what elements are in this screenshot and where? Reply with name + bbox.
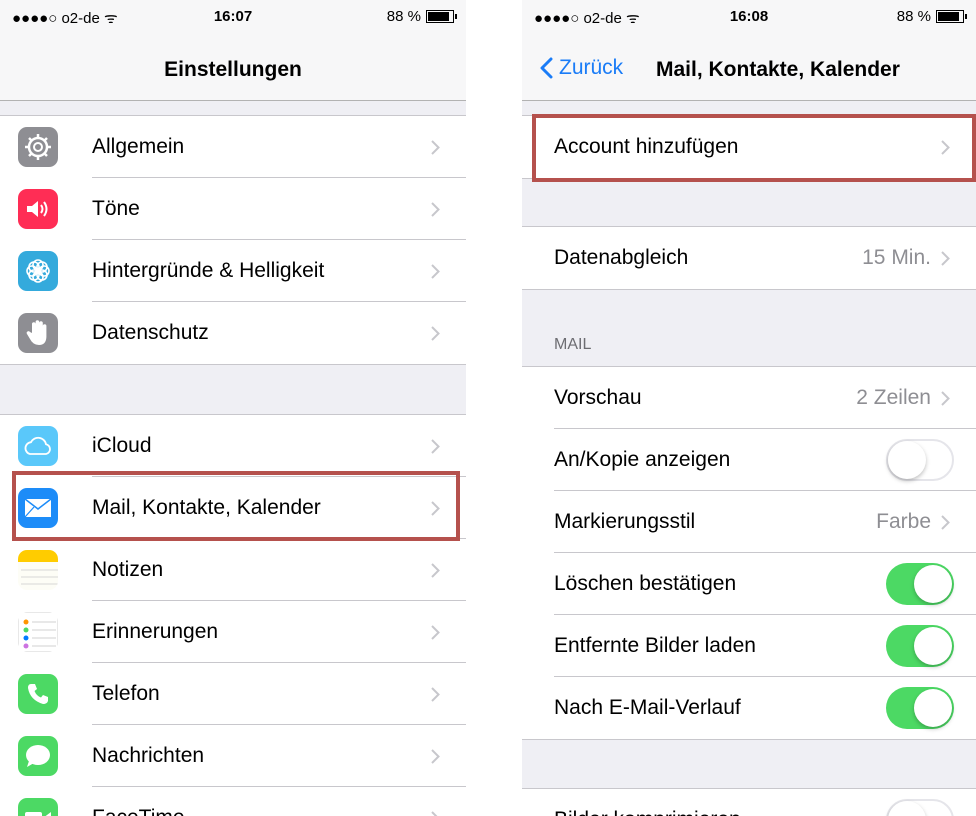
battery-icon [936, 10, 967, 23]
toggle-switch[interactable] [886, 799, 954, 816]
chevron-right-icon [431, 500, 440, 516]
settings-row-label: iCloud [92, 434, 152, 457]
battery-percent: 88 % [896, 8, 931, 25]
fetch-label: Datenabgleich [554, 246, 689, 269]
battery-indicator: 88 % [386, 8, 457, 25]
add-account-row[interactable]: Account hinzufügen [522, 116, 976, 178]
settings-group-general: Allgemein Töne Hintergründe & Helligkeit Da… [0, 115, 466, 365]
mail-settings-group: Vorschau 2 Zeilen An/Kopie anzeigen Markier… [522, 366, 976, 740]
navigation-bar: Zurück Mail, Kontakte, Kalender [522, 34, 976, 101]
settings-row-töne[interactable]: Töne [0, 178, 466, 240]
fetch-row[interactable]: Datenabgleich 15 Min. [522, 227, 976, 289]
mail-setting-row[interactable]: Vorschau 2 Zeilen [522, 367, 976, 429]
toggle-switch[interactable] [886, 563, 954, 605]
chevron-left-icon [540, 57, 553, 79]
chevron-right-icon [431, 325, 440, 341]
setting-label: Nach E-Mail-Verlauf [554, 696, 741, 719]
reminders-icon [18, 612, 58, 652]
notes-icon [18, 550, 58, 590]
settings-row-erinnerungen[interactable]: Erinnerungen [0, 601, 466, 663]
chevron-right-icon [431, 748, 440, 764]
page-title: Einstellungen [164, 58, 302, 81]
mail-setting-row[interactable]: Markierungsstil Farbe [522, 491, 976, 553]
chevron-right-icon [431, 201, 440, 217]
setting-value: 2 Zeilen [856, 386, 931, 409]
chevron-right-icon [431, 562, 440, 578]
toggle-switch[interactable] [886, 687, 954, 729]
settings-row-hintergründe-helligkeit[interactable]: Hintergründe & Helligkeit [0, 240, 466, 302]
fetch-group: Datenabgleich 15 Min. [522, 226, 976, 290]
settings-row-label: FaceTime [92, 806, 431, 816]
chevron-right-icon [431, 624, 440, 640]
mail-setting-row: Nach E-Mail-Verlauf [522, 677, 976, 739]
chevron-right-icon [431, 263, 440, 279]
settings-row-mail-kontakte-kalender[interactable]: Mail, Kontakte, Kalender [0, 477, 466, 539]
speaker-icon [18, 189, 58, 229]
chevron-right-icon [941, 390, 950, 406]
status-bar: ●●●●○ o2-de ᯤ 16:07 88 % [0, 0, 466, 34]
add-account-label: Account hinzufügen [554, 135, 739, 158]
settings-row-notizen[interactable]: Notizen [0, 539, 466, 601]
settings-row-nachrichten[interactable]: Nachrichten [0, 725, 466, 787]
settings-screen: ●●●●○ o2-de ᯤ 16:07 88 % Einstellungen A… [0, 0, 466, 816]
battery-icon [426, 10, 457, 23]
settings-row-telefon[interactable]: Telefon [0, 663, 466, 725]
settings-row-label: Mail, Kontakte, Kalender [92, 496, 321, 519]
settings-row-label: Notizen [92, 558, 164, 581]
settings-row-facetime[interactable]: FaceTime [0, 787, 466, 816]
settings-row-label: Allgemein [92, 135, 185, 158]
mail-section-header: MAIL [554, 336, 592, 353]
phone-icon [18, 674, 58, 714]
settings-row-label: Töne [92, 197, 140, 220]
accounts-group: Account hinzufügen [522, 115, 976, 179]
cloud-icon [18, 426, 58, 466]
setting-label: Vorschau [554, 386, 642, 409]
chevron-right-icon [431, 810, 440, 816]
chevron-right-icon [431, 438, 440, 454]
back-label: Zurück [559, 56, 624, 79]
fetch-value: 15 Min. [862, 246, 931, 269]
setting-label: Bilder komprimieren [554, 808, 886, 816]
gear-icon [18, 127, 58, 167]
settings-row-icloud[interactable]: iCloud [0, 415, 466, 477]
settings-row-label: Telefon [92, 682, 160, 705]
settings-row-datenschutz[interactable]: Datenschutz [0, 302, 466, 364]
mail-setting-row: Entfernte Bilder laden [522, 615, 976, 677]
status-bar: ●●●●○ o2-de ᯤ 16:08 88 % [522, 0, 976, 34]
mail-setting-row: Bilder komprimieren [522, 789, 976, 816]
back-button[interactable]: Zurück [540, 56, 623, 80]
facetime-icon [18, 798, 58, 816]
settings-row-label: Erinnerungen [92, 620, 219, 643]
settings-row-label: Nachrichten [92, 744, 205, 767]
chevron-right-icon [431, 139, 440, 155]
chevron-right-icon [431, 686, 440, 702]
setting-label: Markierungsstil [554, 510, 696, 533]
navigation-bar: Einstellungen [0, 34, 466, 101]
mail-setting-row: Löschen bestätigen [522, 553, 976, 615]
toggle-switch[interactable] [886, 625, 954, 667]
messages-icon [18, 736, 58, 776]
flower-icon [18, 251, 58, 291]
mail-setting-row: An/Kopie anzeigen [522, 429, 976, 491]
page-title: Mail, Kontakte, Kalender [656, 58, 900, 81]
setting-label: Löschen bestätigen [554, 572, 737, 595]
battery-indicator: 88 % [896, 8, 967, 25]
battery-percent: 88 % [386, 8, 421, 25]
settings-group-apps: iCloud Mail, Kontakte, Kalender Notizen Eri… [0, 414, 466, 816]
mail-icon [18, 488, 58, 528]
chevron-right-icon [941, 139, 950, 155]
settings-row-allgemein[interactable]: Allgemein [0, 116, 466, 178]
setting-label: An/Kopie anzeigen [554, 448, 731, 471]
setting-value: Farbe [876, 510, 931, 533]
hand-icon [18, 313, 58, 353]
settings-row-label: Hintergründe & Helligkeit [92, 259, 325, 282]
toggle-switch[interactable] [886, 439, 954, 481]
settings-row-label: Datenschutz [92, 321, 209, 344]
chevron-right-icon [941, 514, 950, 530]
setting-label: Entfernte Bilder laden [554, 634, 756, 657]
mail-settings-screen: ●●●●○ o2-de ᯤ 16:08 88 % Zurück Mail, Ko… [522, 0, 976, 816]
images-group: Bilder komprimieren [522, 788, 976, 816]
chevron-right-icon [941, 250, 950, 266]
